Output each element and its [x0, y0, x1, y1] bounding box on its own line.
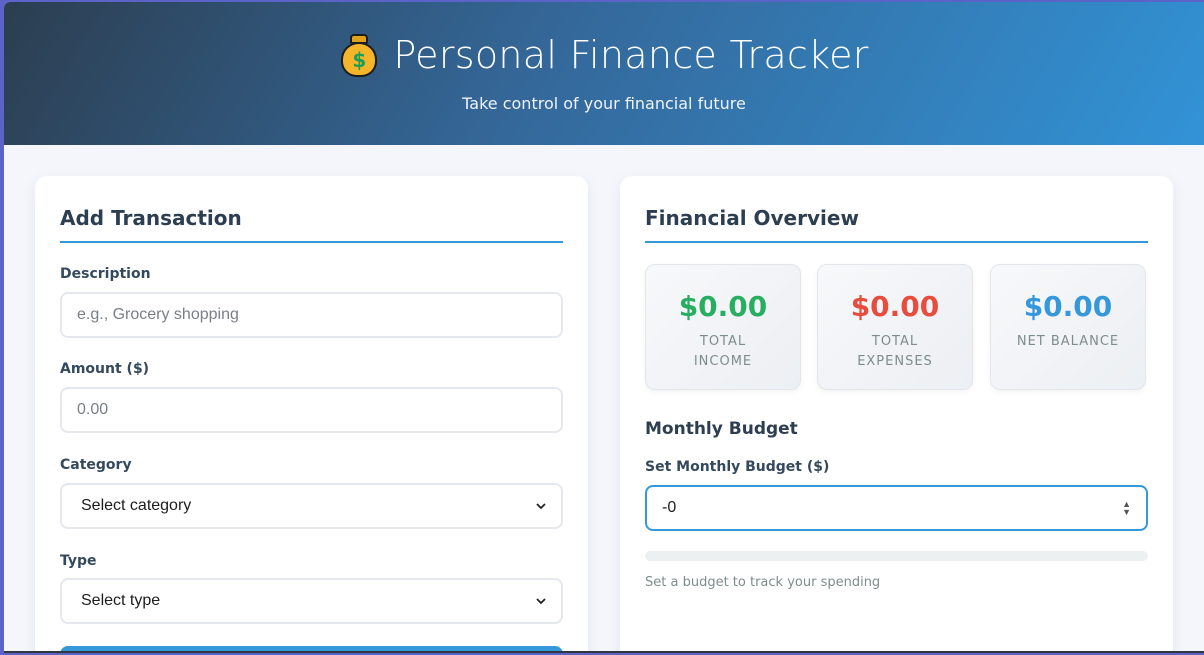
net-balance-card: $0.00 NET BALANCE	[990, 264, 1146, 390]
total-income-amount: $0.00	[678, 290, 768, 323]
budget-label: Set Monthly Budget ($)	[645, 459, 830, 475]
budget-progress-bar	[645, 551, 1148, 561]
category-label: Category	[60, 457, 132, 473]
add-transaction-heading: Add Transaction	[60, 206, 563, 243]
description-input[interactable]: e.g., Grocery shopping	[60, 292, 563, 338]
amount-label: Amount ($)	[60, 361, 150, 377]
window-bottom-edge	[4, 651, 1204, 653]
net-balance-amount: $0.00	[1023, 290, 1113, 323]
amount-placeholder: 0.00	[77, 401, 109, 418]
monthly-budget-heading: Monthly Budget	[645, 419, 798, 439]
app-window: $ Personal Finance Tracker Take control …	[4, 2, 1204, 653]
financial-overview-card: Financial Overview $0.00 TOTAL INCOME $0…	[620, 176, 1173, 653]
total-income-card: $0.00 TOTAL INCOME	[645, 264, 801, 390]
total-expenses-caption: TOTAL EXPENSES	[857, 334, 933, 369]
page-header: $ Personal Finance Tracker Take control …	[4, 2, 1204, 145]
description-placeholder: e.g., Grocery shopping	[77, 306, 239, 323]
type-select[interactable]: Select type	[60, 578, 563, 624]
spinner-arrows-icon[interactable]: ▲ ▼	[1122, 500, 1131, 517]
net-balance-caption: NET BALANCE	[1016, 334, 1120, 349]
type-label: Type	[60, 553, 97, 569]
category-select[interactable]: Select category	[60, 483, 563, 529]
budget-hint: Set a budget to track your spending	[645, 575, 881, 590]
page-subtitle: Take control of your financial future	[462, 94, 746, 113]
type-selected: Select type	[81, 592, 161, 609]
category-selected: Select category	[81, 497, 192, 514]
money-bag-icon: $	[339, 32, 379, 78]
budget-input[interactable]: -0 ▲ ▼	[645, 485, 1148, 531]
chevron-down-icon	[536, 598, 546, 605]
total-income-caption: TOTAL INCOME	[693, 334, 753, 369]
total-expenses-card: $0.00 TOTAL EXPENSES	[817, 264, 973, 390]
add-transaction-card: Add Transaction Description e.g., Grocer…	[35, 176, 588, 653]
page-title: Personal Finance Tracker	[393, 33, 869, 77]
title-row: $ Personal Finance Tracker	[4, 32, 1204, 78]
amount-input[interactable]: 0.00	[60, 387, 563, 433]
description-label: Description	[60, 266, 151, 282]
budget-value: -0	[662, 499, 677, 516]
overview-heading: Financial Overview	[645, 206, 1148, 243]
total-expenses-amount: $0.00	[850, 290, 940, 323]
chevron-down-icon	[536, 503, 546, 510]
